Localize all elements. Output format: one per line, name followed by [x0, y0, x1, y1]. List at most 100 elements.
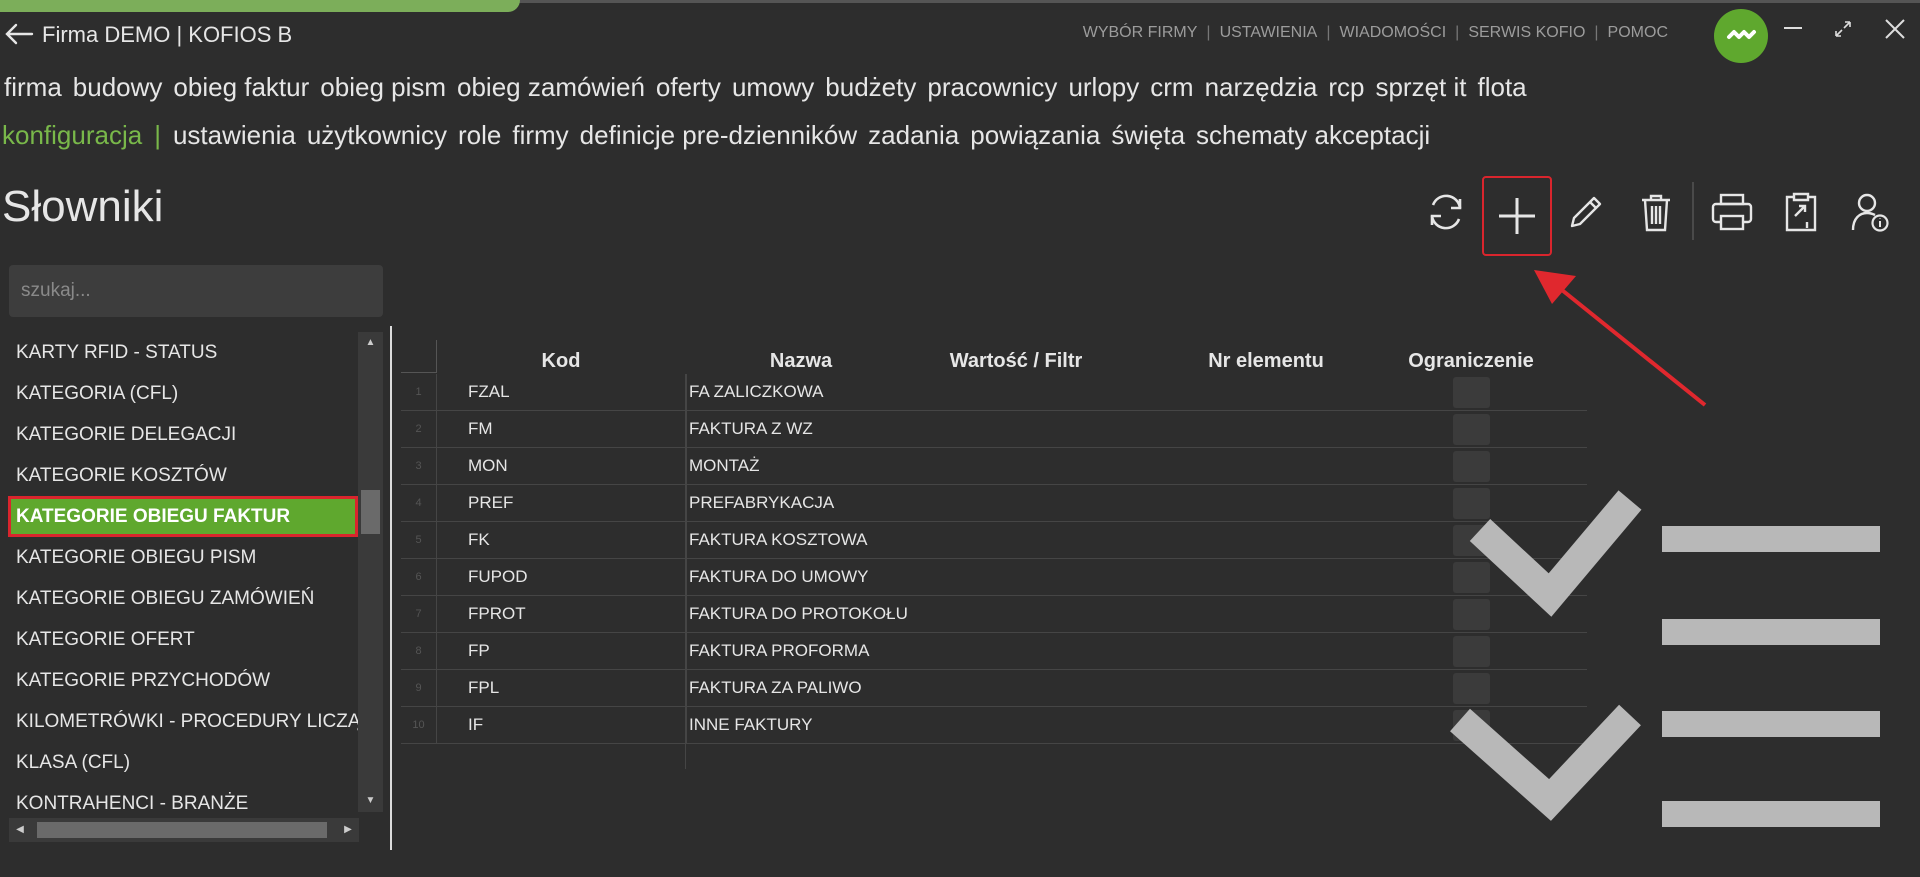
- top-menu-wiadomosci[interactable]: WIADOMOŚCI: [1340, 24, 1447, 42]
- top-menu-pomoc[interactable]: POMOC: [1608, 24, 1668, 42]
- list-item[interactable]: KATEGORIE DELEGACJI: [8, 414, 358, 455]
- sub-nav-zadania[interactable]: zadania: [868, 120, 959, 150]
- list-item[interactable]: KATEGORIE OBIEGU PISM: [8, 537, 358, 578]
- sub-nav-schematy-akceptacji[interactable]: schematy akceptacji: [1196, 120, 1430, 150]
- list-vertical-scrollbar[interactable]: ▲ ▼: [358, 332, 383, 812]
- cell-nazwa: FAKTURA KOSZTOWA: [686, 522, 987, 558]
- scroll-down-icon[interactable]: ▼: [358, 790, 383, 812]
- panel-divider[interactable]: [390, 326, 392, 850]
- restriction-checkbox[interactable]: [1453, 710, 1490, 741]
- table-row[interactable]: 4PREFPREFABRYKACJA0: [401, 485, 1587, 522]
- edit-button[interactable]: [1560, 186, 1612, 238]
- module-nav-narzedzia[interactable]: narzędzia: [1205, 72, 1318, 102]
- column-header-ograniczenie[interactable]: Ograniczenie: [1351, 340, 1591, 374]
- sub-nav-definicje-pre-dziennikow[interactable]: definicje pre-dzienników: [580, 120, 857, 150]
- list-item[interactable]: KATEGORIE PRZYCHODÓW: [8, 660, 358, 701]
- app-logo[interactable]: [1714, 9, 1768, 63]
- module-nav-umowy[interactable]: umowy: [732, 72, 814, 102]
- top-menu-wybor-firmy[interactable]: WYBÓR FIRMY: [1083, 24, 1198, 42]
- list-item[interactable]: KLASA (CFL): [8, 742, 358, 783]
- list-horizontal-scrollbar[interactable]: ◀ ▶: [9, 818, 359, 842]
- refresh-button[interactable]: [1420, 186, 1472, 238]
- sub-nav-firmy[interactable]: firmy: [512, 120, 568, 150]
- dictionary-list: KARTY RFID - STATUS KATEGORIA (CFL) KATEGO…: [8, 332, 358, 812]
- grid-corner[interactable]: [401, 340, 437, 373]
- table-row[interactable]: 6FUPODFAKTURA DO UMOWY12: [401, 559, 1587, 596]
- back-arrow-icon[interactable]: [4, 22, 34, 46]
- table-row[interactable]: 2FMFAKTURA Z WZ0: [401, 411, 1587, 448]
- close-icon[interactable]: [1880, 14, 1910, 44]
- module-nav-pracownicy[interactable]: pracownicy: [927, 72, 1057, 102]
- module-nav-obieg-zamowien[interactable]: obieg zamówień: [457, 72, 645, 102]
- top-menu-serwis-kofio[interactable]: SERWIS KOFIO: [1468, 24, 1585, 42]
- scroll-thumb-horizontal[interactable]: [37, 822, 327, 838]
- cell-nazwa: FA ZALICZKOWA: [686, 374, 987, 410]
- module-nav-crm[interactable]: crm: [1150, 72, 1193, 102]
- list-item[interactable]: KILOMETRÓWKI - PROCEDURY LICZĄCE: [8, 701, 358, 742]
- export-button[interactable]: [1775, 186, 1827, 238]
- restriction-checkbox[interactable]: [1453, 525, 1490, 556]
- table-row[interactable]: 3MONMONTAŻ0: [401, 448, 1587, 485]
- module-nav-obieg-pism[interactable]: obieg pism: [320, 72, 446, 102]
- module-nav-flota[interactable]: flota: [1477, 72, 1526, 102]
- module-nav-firma[interactable]: firma: [4, 72, 62, 102]
- list-item[interactable]: KATEGORIA (CFL): [8, 373, 358, 414]
- table-row[interactable]: 5FKFAKTURA KOSZTOWA10: [401, 522, 1587, 559]
- restriction-checkbox[interactable]: [1453, 488, 1490, 519]
- add-icon: [1499, 198, 1535, 234]
- table-row[interactable]: 7FPROTFAKTURA DO PROTOKOŁU13: [401, 596, 1587, 633]
- module-nav-obieg-faktur[interactable]: obieg faktur: [173, 72, 309, 102]
- sub-nav-role[interactable]: role: [458, 120, 501, 150]
- restriction-checkbox[interactable]: [1453, 377, 1490, 408]
- cell-nazwa-text: MONTAŻ: [689, 456, 760, 475]
- table-row[interactable]: 8FPFAKTURA PROFORMA30: [401, 633, 1587, 670]
- table-row[interactable]: 9FPLFAKTURA ZA PALIWO40: [401, 670, 1587, 707]
- entries-grid: Kod Nazwa Wartość / Filtr Nr elementu Og…: [401, 340, 1587, 769]
- restriction-checkbox[interactable]: [1453, 673, 1490, 704]
- sub-nav-swieta[interactable]: święta: [1111, 120, 1185, 150]
- user-info-button[interactable]: [1844, 186, 1896, 238]
- row-number: 3: [401, 448, 437, 484]
- column-header-nazwa[interactable]: Nazwa: [686, 340, 916, 374]
- module-nav-budowy[interactable]: budowy: [73, 72, 163, 102]
- list-item[interactable]: KARTY RFID - STATUS: [8, 332, 358, 373]
- restriction-checkbox[interactable]: [1453, 562, 1490, 593]
- module-nav-sprzet-it[interactable]: sprzęt it: [1375, 72, 1466, 102]
- minimize-icon[interactable]: [1778, 14, 1808, 44]
- module-nav-rcp[interactable]: rcp: [1328, 72, 1364, 102]
- scroll-thumb[interactable]: [361, 490, 380, 534]
- top-menu-ustawienia[interactable]: USTAWIENIA: [1220, 24, 1318, 42]
- restriction-checkbox[interactable]: [1453, 451, 1490, 482]
- table-row[interactable]: 1FZALFA ZALICZKOWA0: [401, 374, 1587, 411]
- add-button[interactable]: [1482, 176, 1552, 256]
- menu-separator: |: [1594, 24, 1599, 41]
- restriction-checkbox[interactable]: [1453, 636, 1490, 667]
- restriction-checkbox[interactable]: [1453, 599, 1490, 630]
- delete-button[interactable]: [1630, 186, 1682, 238]
- search-input[interactable]: [9, 265, 383, 317]
- print-button[interactable]: [1706, 186, 1758, 238]
- module-nav-budzety[interactable]: budżety: [825, 72, 916, 102]
- scroll-left-icon[interactable]: ◀: [9, 818, 31, 842]
- sub-nav-ustawienia[interactable]: ustawienia: [173, 120, 296, 150]
- sub-nav-powiazania[interactable]: powiązania: [970, 120, 1100, 150]
- list-item[interactable]: KATEGORIE OBIEGU FAKTUR: [8, 496, 358, 537]
- module-nav-oferty[interactable]: oferty: [656, 72, 721, 102]
- list-item[interactable]: KONTRAHENCI - BRANŻE: [8, 783, 358, 812]
- sub-nav-uzytkownicy[interactable]: użytkownicy: [307, 120, 447, 150]
- module-nav-urlopy[interactable]: urlopy: [1068, 72, 1139, 102]
- restriction-checkbox[interactable]: [1453, 414, 1490, 445]
- list-item[interactable]: KATEGORIE OFERT: [8, 619, 358, 660]
- cell-nazwa: INNE FAKTURY: [686, 707, 987, 743]
- module-nav: firma budowy obieg faktur obieg pism obieg z…: [4, 72, 1630, 103]
- maximize-icon[interactable]: [1828, 14, 1858, 44]
- sub-nav-current[interactable]: konfiguracja: [2, 120, 142, 150]
- list-item[interactable]: KATEGORIE KOSZTÓW: [8, 455, 358, 496]
- scroll-up-icon[interactable]: ▲: [358, 332, 383, 354]
- scroll-right-icon[interactable]: ▶: [337, 818, 359, 842]
- column-header-kod[interactable]: Kod: [436, 340, 686, 374]
- column-header-wartosc[interactable]: Wartość / Filtr: [916, 340, 1116, 374]
- list-item[interactable]: KATEGORIE OBIEGU ZAMÓWIEŃ: [8, 578, 358, 619]
- table-row[interactable]: 10IFINNE FAKTURY45: [401, 707, 1587, 744]
- cell-nazwa-text: FAKTURA DO UMOWY: [689, 567, 869, 586]
